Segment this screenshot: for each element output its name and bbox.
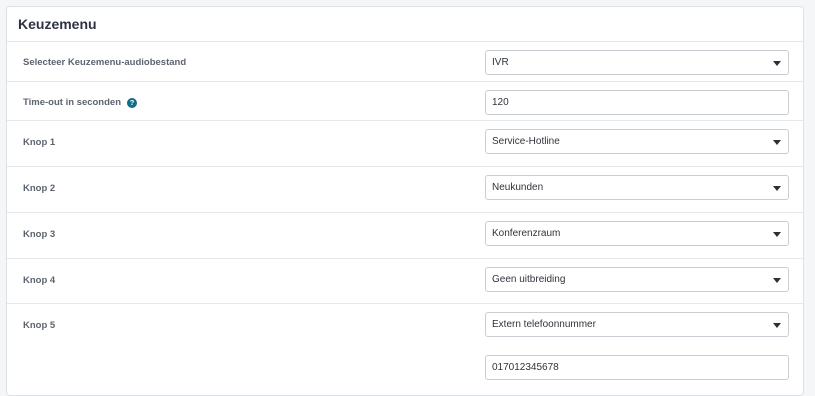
knop-2-value: Neukunden <box>492 182 544 193</box>
panel-title: Keuzemenu <box>7 7 803 42</box>
knop-4-value: Geen uitbreiding <box>492 274 566 285</box>
chevron-down-icon <box>773 185 781 191</box>
knop-5-label: Knop 5 <box>23 320 56 331</box>
audio-file-select[interactable]: IVR <box>485 50 789 75</box>
row-knop-1: Knop 1 Service-Hotline <box>7 121 803 167</box>
knop-3-select[interactable]: Konferenzraum <box>485 221 789 246</box>
row-knop-4: Knop 4 Geen uitbreiding <box>7 259 803 304</box>
audio-file-value: IVR <box>492 57 509 68</box>
knop-4-label: Knop 4 <box>23 275 56 286</box>
knop-5-select[interactable]: Extern telefoonnummer <box>485 312 789 337</box>
row-knop-3: Knop 3 Konferenzraum <box>7 213 803 259</box>
row-knop-2: Knop 2 Neukunden <box>7 167 803 213</box>
knop-1-label: Knop 1 <box>23 137 56 148</box>
external-number-value: 017012345678 <box>492 362 559 373</box>
knop-2-select[interactable]: Neukunden <box>485 175 789 200</box>
timeout-label: Time-out in seconden ? <box>23 97 138 108</box>
knop-4-select[interactable]: Geen uitbreiding <box>485 267 789 292</box>
timeout-label-text: Time-out in seconden <box>23 97 122 108</box>
timeout-input[interactable]: 120 <box>485 90 789 115</box>
row-timeout: Time-out in seconden ? 120 <box>7 82 803 121</box>
chevron-down-icon <box>773 231 781 237</box>
knop-3-value: Konferenzraum <box>492 228 561 239</box>
audio-file-label: Selecteer Keuzemenu-audiobestand <box>23 57 187 68</box>
knop-3-label: Knop 3 <box>23 229 56 240</box>
knop-5-value: Extern telefoonnummer <box>492 319 596 330</box>
chevron-down-icon <box>773 322 781 328</box>
chevron-down-icon <box>773 60 781 66</box>
knop-1-select[interactable]: Service-Hotline <box>485 129 789 154</box>
timeout-value: 120 <box>492 97 509 108</box>
knop-1-value: Service-Hotline <box>492 136 560 147</box>
chevron-down-icon <box>773 277 781 283</box>
external-number-input[interactable]: 017012345678 <box>485 355 789 380</box>
chevron-down-icon <box>773 139 781 145</box>
row-audio-file: Selecteer Keuzemenu-audiobestand IVR <box>7 42 803 82</box>
knop-2-label: Knop 2 <box>23 183 56 194</box>
ivr-menu-panel: Keuzemenu Selecteer Keuzemenu-audiobesta… <box>6 6 804 396</box>
row-knop-5: Knop 5 Extern telefoonnummer 01701234567… <box>7 304 803 395</box>
help-icon[interactable]: ? <box>127 97 138 108</box>
